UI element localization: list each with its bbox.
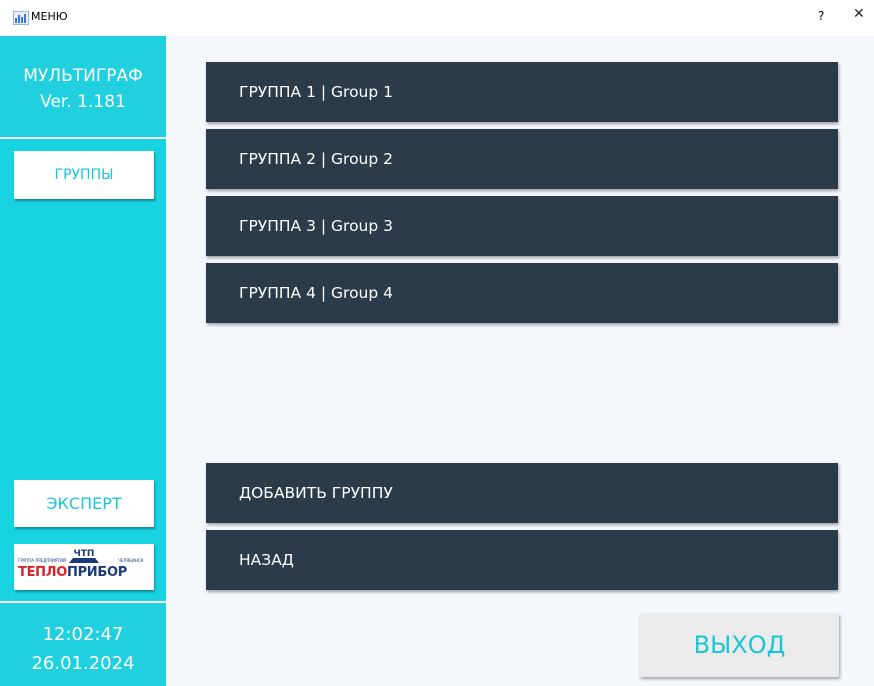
sidebar: МУЛЬТИГРАФ Ver. 1.181 ГРУППЫ ЭКСПЕРТ ГРУ… [0, 36, 166, 686]
clock-date: 26.01.2024 [31, 653, 135, 674]
app-window: МЕНЮ ? ✕ МУЛЬТИГРАФ Ver. 1.181 ГРУППЫ ЭК… [0, 0, 874, 686]
chart-app-icon [12, 10, 30, 26]
logo-text: ТЕПЛОПРИБОР [18, 565, 127, 580]
group-2-button[interactable]: ГРУППА 2 | Group 2 [206, 129, 838, 189]
svg-text:ЧТП: ЧТП [74, 549, 95, 559]
logo-caption-right: ЧЕЛЯБИНСК [118, 558, 144, 563]
app-name: МУЛЬТИГРАФ [23, 66, 143, 86]
logo-caption-left: ГРУППА ПРЕДПРИЯТИЙ [18, 558, 67, 563]
logo-text-red: ТЕПЛО [18, 565, 67, 580]
add-group-button[interactable]: ДОБАВИТЬ ГРУППУ [206, 463, 838, 523]
help-button[interactable]: ? [818, 9, 824, 23]
back-button[interactable]: НАЗАД [206, 530, 838, 590]
group-1-button[interactable]: ГРУППА 1 | Group 1 [206, 62, 838, 122]
expert-button[interactable]: ЭКСПЕРТ [14, 480, 154, 527]
window-title: МЕНЮ [31, 10, 68, 23]
group-3-button[interactable]: ГРУППА 3 | Group 3 [206, 196, 838, 256]
clock-time: 12:02:47 [42, 624, 124, 645]
clock-panel: 12:02:47 26.01.2024 [0, 601, 166, 686]
main-content: ГРУППА 1 | Group 1 ГРУППА 2 | Group 2 ГР… [166, 36, 874, 686]
exit-button[interactable]: ВЫХОД [640, 613, 839, 677]
logo-text-blue: ПРИБОР [66, 565, 127, 580]
close-button[interactable]: ✕ [853, 6, 865, 22]
app-info-panel: МУЛЬТИГРАФ Ver. 1.181 [0, 36, 166, 139]
group-4-button[interactable]: ГРУППА 4 | Group 4 [206, 263, 838, 323]
title-bar: МЕНЮ ? ✕ [0, 0, 874, 36]
teplopribor-logo: ГРУППА ПРЕДПРИЯТИЙ ЧТП ЧЕЛЯБИНСК ТЕПЛОПР… [14, 544, 154, 590]
groups-tab[interactable]: ГРУППЫ [14, 151, 154, 199]
logo-emblem-icon: ЧТП [68, 546, 100, 564]
app-version: Ver. 1.181 [40, 92, 126, 112]
